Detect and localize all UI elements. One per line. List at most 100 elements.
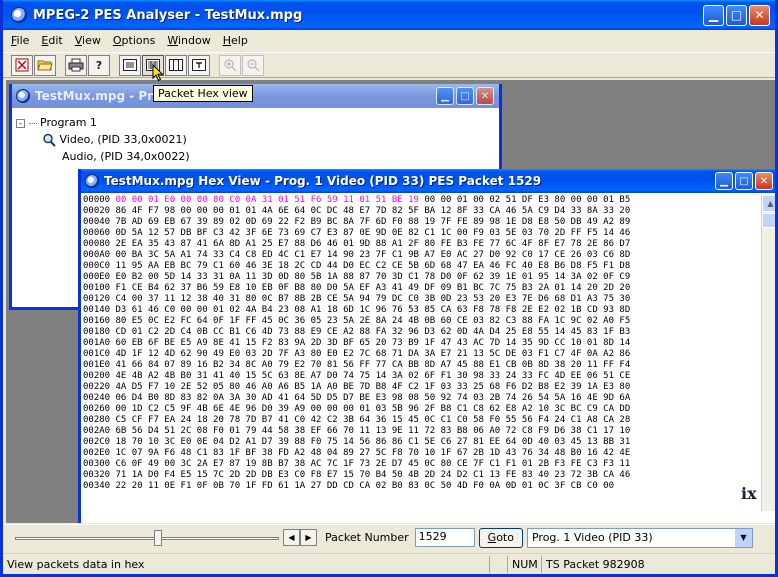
zoom-in-button[interactable] <box>219 54 241 76</box>
collapse-icon[interactable]: - <box>16 118 25 128</box>
hex-line: 002A0 6B 56 D4 51 2C 08 F0 01 79 44 58 3… <box>82 426 759 437</box>
toolbar: ? <box>3 52 775 78</box>
print-button[interactable] <box>65 54 87 76</box>
slider-thumb[interactable] <box>154 529 162 546</box>
vertical-scrollbar[interactable]: ▲ <box>761 195 775 511</box>
close-icon: ✕ <box>754 8 765 22</box>
tree-window-maximize-button[interactable]: □ <box>456 87 474 105</box>
minimize-button[interactable]: ▁ <box>703 4 724 26</box>
hex-line: 00040 7B AD 69 EB 67 39 89 02 0D 69 22 F… <box>82 217 759 228</box>
app-title: MPEG-2 PES Analyser - TestMux.mpg <box>33 7 303 23</box>
hex-bytes: CD 01 C2 2D C4 0B CC B1 C6 4D 73 88 E9 C… <box>110 327 631 337</box>
status-blank <box>489 555 507 573</box>
scroll-up-icon[interactable]: ▲ <box>762 195 775 212</box>
help-icon: ? <box>95 58 103 72</box>
tree-window-minimize-button[interactable]: ▁ <box>436 87 454 105</box>
hex-offset: 000E0 <box>83 272 111 282</box>
hex-line: 002E0 1C 07 9A F6 48 C1 83 1F BF 38 FD A… <box>82 448 759 459</box>
hex-line: 00340 22 20 11 0E F1 0F 0B 70 1F FD 61 1… <box>82 481 759 492</box>
stream-select[interactable]: Prog. 1 Video (PID 33) ▼ <box>526 527 753 548</box>
open-file-button[interactable] <box>34 54 56 76</box>
split-view-icon <box>169 59 183 71</box>
previous-packet-button[interactable]: ◀ <box>283 529 300 546</box>
close-file-button[interactable] <box>11 54 33 76</box>
hex-offset: 001A0 <box>83 338 111 348</box>
packet-slider[interactable] <box>11 528 283 548</box>
tree-item-program[interactable]: - Program 1 <box>16 114 190 131</box>
hex-offset: 002A0 <box>83 426 111 436</box>
app-title-bar[interactable]: MPEG-2 PES Analyser - TestMux.mpg ▁ □ ✕ <box>3 0 775 30</box>
hex-offset: 002E0 <box>83 448 111 458</box>
packet-split-view-button[interactable] <box>165 54 187 76</box>
hex-line: 00100 F1 CE B4 62 37 B6 59 E8 10 EB 0F B… <box>82 283 759 294</box>
hex-line: 00200 4E 4B A2 4B B0 31 41 40 15 5C 63 8… <box>82 371 759 382</box>
hex-offset: 001C0 <box>83 349 111 359</box>
app-icon <box>11 7 27 23</box>
hex-window-maximize-button[interactable]: □ <box>735 172 753 190</box>
tree-window-close-button[interactable]: ✕ <box>476 87 494 105</box>
hex-bytes: 00 00 01 00 02 51 DF E3 80 00 00 01 B5 <box>418 195 631 205</box>
hex-window-close-button[interactable]: ✕ <box>755 172 773 190</box>
tooltip: Packet Hex view <box>153 85 253 102</box>
hex-window-minimize-button[interactable]: ▁ <box>715 172 733 190</box>
list-view-icon <box>123 59 137 71</box>
hex-offset: 00180 <box>83 327 111 337</box>
hex-window-icon <box>85 174 99 188</box>
hex-bytes: 1C 07 9A F6 48 C1 83 1F BF 38 FD A2 48 0… <box>110 448 631 458</box>
hex-offset: 00200 <box>83 371 111 381</box>
hex-bytes: 18 70 10 3C E0 0E 04 D2 A1 D7 39 88 F0 7… <box>110 437 631 447</box>
magnifier-icon <box>43 133 56 147</box>
tree-item-video[interactable]: Video, (PID 33,0x0021) <box>16 131 190 148</box>
hex-line: 002C0 18 70 10 3C E0 0E 04 D2 A1 D7 39 8… <box>82 437 759 448</box>
hex-dump[interactable]: 00000 00 00 01 E0 00 00 80 C0 0A 31 01 5… <box>82 195 759 511</box>
close-icon: ✕ <box>759 175 769 187</box>
hex-bytes: 4D 1F 12 4D 62 90 49 E0 03 2D 7F A3 80 E… <box>110 349 631 359</box>
hex-offset: 000A0 <box>83 250 111 260</box>
background-logo: ix <box>741 484 757 503</box>
menu-help[interactable]: Help <box>217 34 254 47</box>
goto-button[interactable]: Goto <box>478 527 523 548</box>
maximize-icon: □ <box>739 175 749 187</box>
hex-offset: 00120 <box>83 294 111 304</box>
minimize-icon: ▁ <box>441 90 449 102</box>
packet-list-view-button[interactable] <box>119 54 141 76</box>
maximize-button[interactable]: □ <box>726 4 747 26</box>
zoom-out-icon <box>247 59 260 72</box>
tree-item-audio[interactable]: Audio, (PID 34,0x0022) <box>16 148 190 165</box>
hex-line: 00220 4A D5 F7 10 2E 52 05 80 46 A0 A6 B… <box>82 382 759 393</box>
hex-line: 001C0 4D 1F 12 4D 62 90 49 E0 03 2D 7F A… <box>82 349 759 360</box>
minimize-icon: ▁ <box>720 175 728 187</box>
zoom-out-button[interactable] <box>242 54 264 76</box>
hex-offset: 00300 <box>83 459 111 469</box>
hex-line: 001A0 60 EB 6F BE E5 A9 8E 41 15 F2 83 9… <box>82 338 759 349</box>
menu-view[interactable]: View <box>69 34 107 47</box>
hex-offset: 00140 <box>83 305 111 315</box>
chevron-down-icon[interactable]: ▼ <box>734 528 752 547</box>
close-button[interactable]: ✕ <box>749 4 770 26</box>
hex-line: 000C0 11 95 AA EB BC 79 C1 60 46 3E 18 2… <box>82 261 759 272</box>
menu-options[interactable]: Options <box>107 34 161 47</box>
menu-window[interactable]: Window <box>161 34 216 47</box>
packet-number-input[interactable]: 1529 <box>414 528 475 547</box>
hex-line: 000A0 00 BA 3C 5A A1 74 33 C4 C8 ED 4C C… <box>82 250 759 261</box>
maximize-icon: □ <box>460 90 470 102</box>
tree-window-title-bar[interactable]: TestMux.mpg - Pro ▁ □ ✕ <box>12 84 499 108</box>
hex-bytes: 80 E5 0C E2 FC 64 0F 1F FF 45 0C 36 05 2… <box>110 316 631 326</box>
hex-bytes: 06 D4 B0 8D 83 82 0A 3A 30 AD 41 64 5D D… <box>110 393 631 403</box>
hex-window-title: TestMux.mpg Hex View - Prog. 1 Video (PI… <box>104 174 542 188</box>
tree-window-icon <box>16 89 30 103</box>
hex-offset: 00240 <box>83 393 111 403</box>
hex-offset: 00340 <box>83 481 111 491</box>
menu-edit[interactable]: Edit <box>35 34 68 47</box>
hex-bytes: 22 20 11 0E F1 0F 0B 70 1F FD 61 1A 27 D… <box>110 481 615 491</box>
next-packet-button[interactable]: ▶ <box>300 529 317 546</box>
help-button[interactable]: ? <box>88 54 110 76</box>
menu-file[interactable]: File <box>5 34 35 47</box>
packet-info-view-button[interactable] <box>188 54 210 76</box>
hex-offset: 000C0 <box>83 261 111 271</box>
hex-bytes: 4E 4B A2 4B B0 31 41 40 15 5C 63 8E A7 D… <box>110 371 631 381</box>
hex-window-title-bar[interactable]: TestMux.mpg Hex View - Prog. 1 Video (PI… <box>81 169 775 193</box>
hex-offset: 002C0 <box>83 437 111 447</box>
hex-line: 00240 06 D4 B0 8D 83 82 0A 3A 30 AD 41 6… <box>82 393 759 404</box>
scroll-thumb[interactable] <box>762 213 775 228</box>
